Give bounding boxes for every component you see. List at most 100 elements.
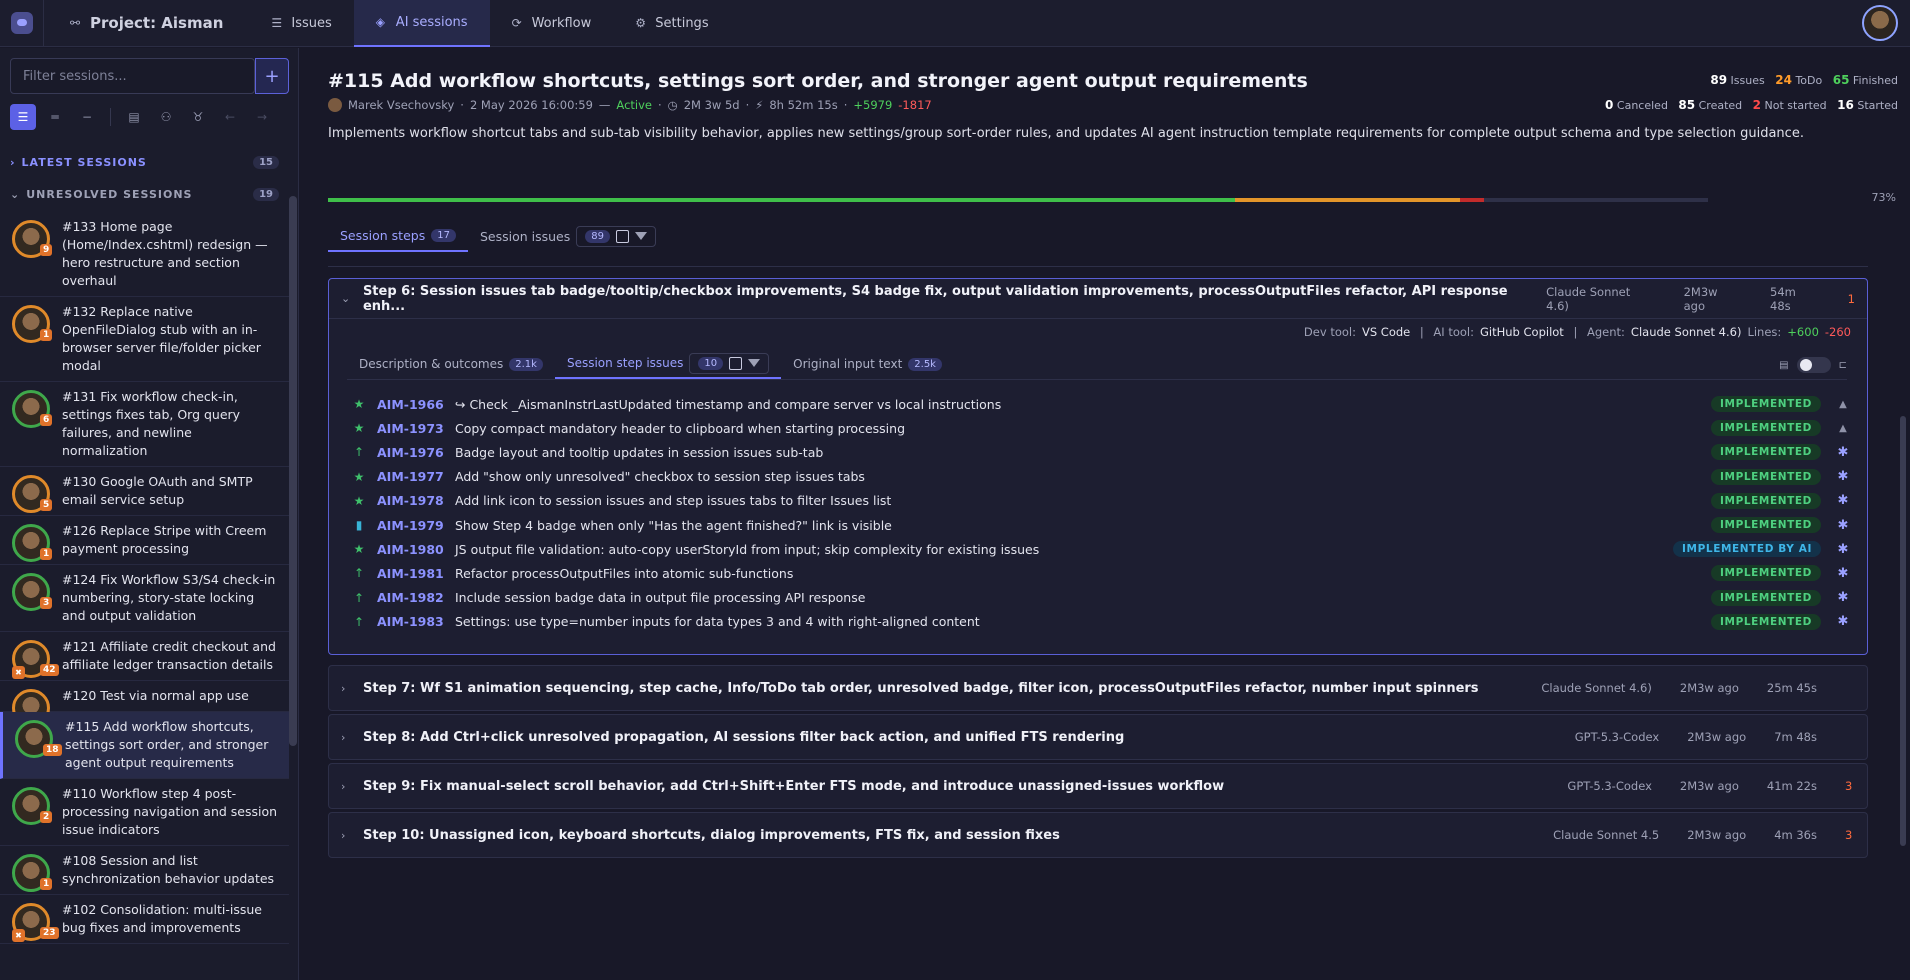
issue-row[interactable]: ↑ AIM-1983 Settings: use type=number input… — [351, 610, 1851, 634]
main-scrollbar[interactable] — [1900, 416, 1906, 846]
step-title: Step 8: Add Ctrl+click unresolved propag… — [363, 729, 1125, 745]
view-switch[interactable] — [1796, 357, 1831, 373]
step-model: GPT-5.3-Codex — [1574, 730, 1660, 744]
issue-row[interactable]: ↑ AIM-1976 Badge layout and tooltip update… — [351, 440, 1851, 464]
stat-todo-label: ToDo — [1795, 74, 1823, 87]
workflow-icon: ⟳ — [511, 16, 522, 30]
group-button[interactable]: ⚇ — [153, 104, 179, 130]
user-avatar[interactable] — [1862, 5, 1898, 41]
tab-session-issues-label: Session issues — [479, 228, 571, 244]
stat-created: 85 — [1678, 98, 1696, 112]
issue-row[interactable]: ▮ AIM-1979 Show Step 4 badge when only "Ha… — [351, 513, 1851, 537]
session-item[interactable]: ✖ 23 #102 Consolidation: multi-issue bug f… — [0, 895, 289, 944]
session-item[interactable]: 1 #132 Replace native OpenFileDialog stub… — [0, 297, 289, 382]
issue-row[interactable]: ↑ AIM-1982 Include session badge data in o… — [351, 586, 1851, 610]
subtab-description[interactable]: Description & outcomes 2.1k — [347, 349, 555, 379]
latest-sessions-header[interactable]: › LATEST SESSIONS 15 — [0, 148, 289, 176]
session-item[interactable]: ✖ 42 #121 Affiliate credit checkout and af… — [0, 632, 289, 681]
add-session-button[interactable]: + — [255, 58, 289, 94]
session-item[interactable]: 6 #131 Fix workflow check-in, settings fi… — [0, 382, 289, 467]
tab-session-issues[interactable]: Session issues 89 — [468, 220, 668, 252]
step-row[interactable]: › Step 9: Fix manual-select scroll behavi… — [328, 763, 1868, 809]
session-issue-count: 18 — [43, 744, 62, 756]
subtab-step-issues[interactable]: Session step issues 10 — [554, 349, 782, 379]
warning-icon: ✖ — [12, 666, 25, 679]
filter-icon[interactable] — [748, 359, 761, 367]
nav-project[interactable]: ⚯ Project: Aisman — [44, 0, 249, 47]
step-row[interactable]: › Step 7: Wf S1 animation sequencing, ste… — [328, 665, 1868, 711]
session-item[interactable]: ✖13#120 Test via normal app use — [0, 681, 289, 728]
star-icon: ★ — [353, 397, 365, 412]
step-6-time: 54m 48s — [1770, 284, 1796, 313]
nav-ai-sessions[interactable]: ◈ AI sessions — [353, 0, 490, 47]
step-6-header[interactable]: ⌄ Step 6: Session issues tab badge/toolt… — [329, 279, 1867, 319]
arrow-left-icon: ← — [224, 110, 236, 124]
stat-created-label: Created — [1698, 99, 1743, 112]
forward-button[interactable]: → — [249, 104, 275, 130]
session-filter-input[interactable]: Filter sessions... — [10, 58, 255, 94]
nav-workflow-label: Workflow — [531, 15, 592, 31]
step-row[interactable]: › Step 8: Add Ctrl+click unresolved propa… — [328, 714, 1868, 760]
issue-key[interactable]: AIM-1966 — [377, 397, 455, 412]
issue-key[interactable]: AIM-1980 — [377, 542, 455, 557]
agent-button[interactable]: ♉ — [185, 104, 211, 130]
issue-status-badge: IMPLEMENTED — [1711, 420, 1821, 437]
filter-icon[interactable] — [634, 232, 647, 240]
nav-issues[interactable]: ☰ Issues — [249, 0, 353, 47]
issue-row[interactable]: ★ AIM-1977 Add "show only unresolved" chec… — [351, 465, 1851, 489]
unresolved-checkbox[interactable] — [615, 229, 629, 243]
app-logo[interactable] — [0, 0, 44, 47]
step-info: Claude Sonnet 4.5 2M3w ago 4m 36s 3 — [1553, 828, 1855, 842]
issue-key[interactable]: AIM-1981 — [377, 566, 455, 581]
unresolved-sessions-header[interactable]: ⌄ UNRESOLVED SESSIONS 19 — [0, 180, 289, 208]
chevron-right-icon: › — [341, 730, 346, 744]
stat-todo: 24 — [1775, 73, 1792, 87]
issue-row[interactable]: ★ AIM-1978 Add link icon to session issues… — [351, 489, 1851, 513]
nav-workflow[interactable]: ⟳ Workflow — [490, 0, 614, 47]
issue-row[interactable]: ↑ AIM-1981 Refactor processOutputFiles int… — [351, 561, 1851, 585]
view-list-button[interactable]: ☰ — [10, 104, 36, 130]
issue-title: JS output file validation: auto-copy use… — [455, 541, 1040, 557]
step-row[interactable]: › Step 10: Unassigned icon, keyboard shor… — [328, 812, 1868, 858]
view-minimal-button[interactable]: − — [74, 104, 100, 130]
issue-row[interactable]: ★ AIM-1973 Copy compact mandatory header t… — [351, 416, 1851, 440]
session-item[interactable]: 3 #124 Fix Workflow S3/S4 check-in number… — [0, 565, 289, 632]
step-unresolved-checkbox[interactable] — [729, 356, 743, 370]
session-item[interactable]: 9 #133 Home page (Home/Index.cshtml) rede… — [0, 212, 289, 297]
nav-settings[interactable]: ⚙ Settings — [613, 0, 730, 47]
session-item[interactable]: 1 #108 Session and list synchronization b… — [0, 846, 289, 895]
session-item[interactable]: 5 #130 Google OAuth and SMTP email servic… — [0, 467, 289, 516]
session-issue-count: 1 — [40, 329, 53, 341]
archive-button[interactable]: ▤ — [121, 104, 147, 130]
step-6-tools: Dev tool: VS Code | AI tool: GitHub Copilo… — [1304, 325, 1851, 339]
chevron-right-icon: › — [341, 828, 346, 842]
issue-title: Show Step 4 badge when only "Has the age… — [455, 517, 892, 533]
chevron-right-icon: › — [10, 155, 16, 169]
issue-row[interactable]: ★ AIM-1980 JS output file validation: auto… — [351, 537, 1851, 561]
issue-key[interactable]: AIM-1976 — [377, 445, 455, 460]
step-info: GPT-5.3-Codex 2M3w ago 41m 22s 3 — [1567, 779, 1855, 793]
subtab-original-input[interactable]: Original input text 2.5k — [781, 349, 954, 379]
view-compact-button[interactable]: ═ — [42, 104, 68, 130]
step-title: Step 9: Fix manual-select scroll behavio… — [363, 778, 1225, 794]
subtab-description-label: Description & outcomes — [359, 357, 504, 371]
step-model: Claude Sonnet 4.5 — [1553, 828, 1660, 842]
step-ago: 2M3w ago — [1687, 828, 1747, 842]
issue-key[interactable]: AIM-1978 — [377, 493, 455, 508]
issue-key[interactable]: AIM-1982 — [377, 590, 455, 605]
session-item[interactable]: 1 #126 Replace Stripe with Creem payment … — [0, 516, 289, 565]
stat-not-started-label: Not started — [1764, 99, 1827, 112]
issue-key[interactable]: AIM-1973 — [377, 421, 455, 436]
back-button[interactable]: ← — [217, 104, 243, 130]
session-author: Marek Vsechovsky — [348, 98, 455, 112]
issue-key[interactable]: AIM-1977 — [377, 469, 455, 484]
step-info: GPT-5.3-Codex 2M3w ago 7m 48s — [1575, 730, 1855, 744]
session-item[interactable]: 2 #110 Workflow step 4 post-processing na… — [0, 779, 289, 846]
tab-session-steps[interactable]: Session steps 17 — [328, 220, 468, 252]
session-item-title: #131 Fix workflow check-in, settings fix… — [62, 389, 241, 458]
issue-key[interactable]: AIM-1979 — [377, 518, 455, 533]
sidebar-scrollbar[interactable] — [289, 196, 297, 746]
issue-key[interactable]: AIM-1983 — [377, 614, 455, 629]
session-item[interactable]: 18 #115 Add workflow shortcuts, settings … — [0, 712, 289, 779]
issue-row[interactable]: ★ AIM-1966 ↪ Check _AismanInstrLastUpdated… — [351, 392, 1851, 416]
